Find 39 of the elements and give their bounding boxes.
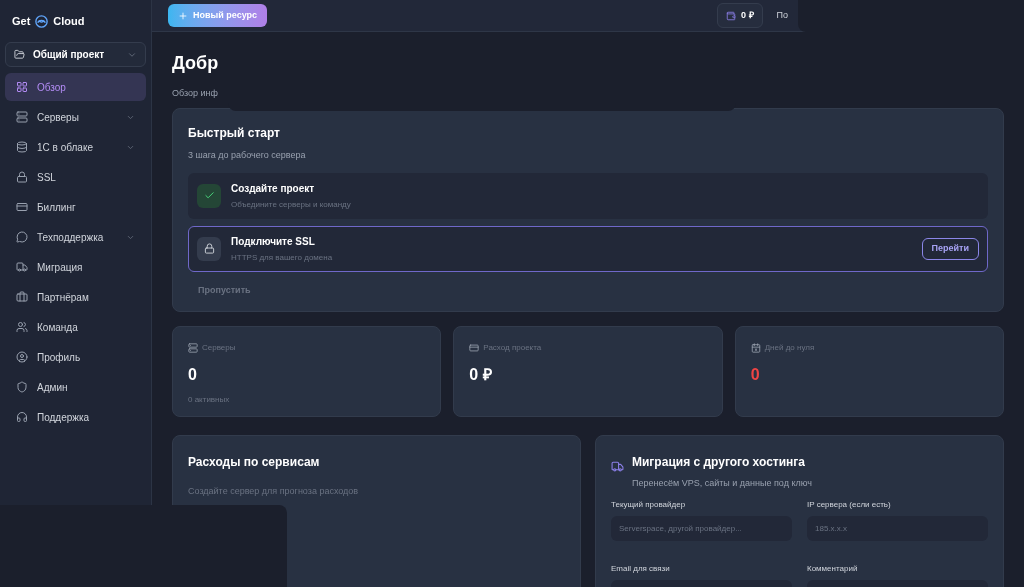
sidebar-item[interactable]: Команда — [5, 313, 146, 341]
step-title: Подключите SSL — [231, 234, 316, 249]
field-label: IP сервера (если есть) — [807, 498, 892, 511]
sidebar-item[interactable]: 1С в облаке — [5, 133, 146, 161]
sidebar-item[interactable]: Поддержка — [5, 403, 146, 431]
section-title: Быстрый старт — [188, 125, 281, 142]
step-description: HTTPS для вашего домена — [231, 251, 334, 264]
project-selector[interactable]: Общий проект — [5, 42, 146, 67]
field-label: Текущий провайдер — [611, 498, 687, 511]
stat-value: 0 — [188, 365, 198, 385]
input-field[interactable]: Serverspace, другой провайдер... — [611, 515, 792, 541]
logo-text: Get — [12, 13, 31, 29]
sidebar-item[interactable]: SSL — [5, 163, 146, 191]
sidebar-item[interactable]: Админ — [5, 373, 146, 401]
field-label: Email для связи — [611, 562, 671, 575]
section-title: Миграция с другого хостинга — [632, 454, 806, 471]
section-subtitle: 3 шага до рабочего сервера — [188, 149, 307, 162]
stat-value: 0 — [750, 365, 761, 385]
sidebar-item[interactable]: Серверы — [5, 103, 146, 131]
balance-button[interactable]: 0 ₽ — [717, 3, 763, 28]
welcome-title: Добр — [172, 52, 220, 75]
input-field[interactable]: 185.x.x.x — [807, 515, 988, 541]
field-label: Комментарий — [807, 562, 859, 575]
sidebar-item[interactable]: Техподдержка — [5, 223, 146, 251]
logo-text: Cloud — [53, 13, 85, 29]
stat-value: 0 ₽ — [469, 365, 493, 385]
step-description: Объедините серверы и команду — [231, 198, 352, 211]
stat-label: Дней до нуля — [764, 342, 815, 354]
section-subtitle: Перенесём VPS, сайты и данные под ключ — [632, 477, 812, 490]
step-title: Создайте проект — [231, 181, 316, 196]
welcome-subtitle: Обзор инф — [172, 87, 219, 100]
sidebar-item[interactable]: Биллинг — [5, 193, 146, 221]
sidebar-item[interactable]: Миграция — [5, 253, 146, 281]
sidebar-item[interactable]: Профиль — [5, 343, 146, 371]
header-link[interactable]: По — [776, 8, 788, 23]
sidebar-item[interactable]: Партнёрам — [5, 283, 146, 311]
sidebar-item[interactable]: Обзор — [5, 73, 146, 101]
go-button[interactable]: Перейти — [921, 237, 979, 260]
section-title: Расходы по сервисам — [188, 454, 321, 471]
